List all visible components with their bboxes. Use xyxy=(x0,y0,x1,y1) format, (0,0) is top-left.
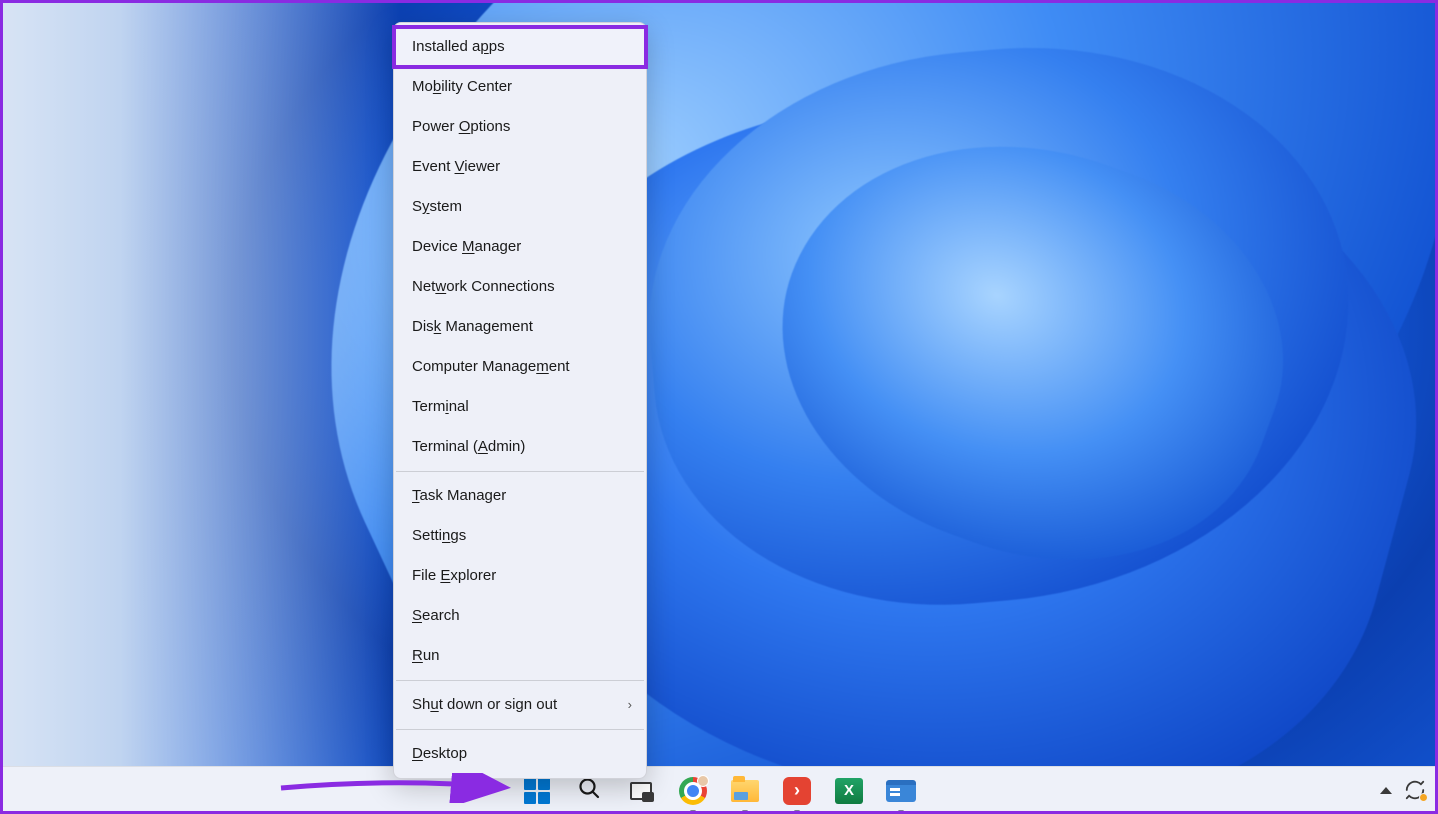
todoist-icon: › xyxy=(783,777,811,805)
menu-item-system[interactable]: System xyxy=(394,187,646,227)
menu-item-terminal-admin-[interactable]: Terminal (Admin) xyxy=(394,427,646,467)
menu-item-label: Network Connections xyxy=(412,276,555,298)
menu-item-shut-down-or-sign-out[interactable]: Shut down or sign out › xyxy=(394,685,646,725)
menu-separator xyxy=(396,680,644,681)
system-tray xyxy=(1380,766,1426,814)
menu-item-search[interactable]: Search xyxy=(394,596,646,636)
taskbar-excel-button[interactable]: X xyxy=(827,771,871,811)
start-icon xyxy=(524,778,550,804)
menu-item-label: Settings xyxy=(412,525,466,547)
menu-item-settings[interactable]: Settings xyxy=(394,516,646,556)
taskbar: ›X xyxy=(0,766,1438,814)
file-explorer-icon xyxy=(731,780,759,802)
menu-item-installed-apps[interactable]: Installed apps xyxy=(394,27,646,67)
menu-item-file-explorer[interactable]: File Explorer xyxy=(394,556,646,596)
menu-item-label: File Explorer xyxy=(412,565,496,587)
sync-icon[interactable] xyxy=(1404,779,1426,801)
taskbar-file-explorer-button[interactable] xyxy=(723,771,767,811)
menu-item-label: Run xyxy=(412,645,440,667)
taskbar-todoist-button[interactable]: › xyxy=(775,771,819,811)
menu-item-label: Desktop xyxy=(412,743,467,765)
menu-item-label: Computer Management xyxy=(412,356,570,378)
menu-item-task-manager[interactable]: Task Manager xyxy=(394,476,646,516)
search-icon xyxy=(577,776,601,805)
menu-item-disk-management[interactable]: Disk Management xyxy=(394,307,646,347)
menu-item-run[interactable]: Run xyxy=(394,636,646,676)
menu-item-power-options[interactable]: Power Options xyxy=(394,107,646,147)
chrome-icon xyxy=(679,777,707,805)
menu-item-label: Task Manager xyxy=(412,485,506,507)
excel-icon: X xyxy=(835,778,863,804)
menu-item-label: Terminal (Admin) xyxy=(412,436,525,458)
taskbar-run-window-button[interactable] xyxy=(879,771,923,811)
menu-item-label: Search xyxy=(412,605,460,627)
menu-item-device-manager[interactable]: Device Manager xyxy=(394,227,646,267)
menu-item-label: Power Options xyxy=(412,116,510,138)
menu-separator xyxy=(396,729,644,730)
menu-item-label: Mobility Center xyxy=(412,76,512,98)
run-window-icon xyxy=(886,780,916,802)
menu-item-network-connections[interactable]: Network Connections xyxy=(394,267,646,307)
menu-item-label: Device Manager xyxy=(412,236,521,258)
tray-overflow-icon[interactable] xyxy=(1380,787,1392,794)
menu-item-label: Event Viewer xyxy=(412,156,500,178)
menu-item-event-viewer[interactable]: Event Viewer xyxy=(394,147,646,187)
menu-item-label: Terminal xyxy=(412,396,469,418)
menu-item-mobility-center[interactable]: Mobility Center xyxy=(394,67,646,107)
menu-item-label: System xyxy=(412,196,462,218)
menu-separator xyxy=(396,471,644,472)
menu-item-terminal[interactable]: Terminal xyxy=(394,387,646,427)
desktop-wallpaper xyxy=(0,0,1438,814)
task-view-icon xyxy=(630,782,652,800)
menu-item-desktop[interactable]: Desktop xyxy=(394,734,646,774)
chevron-right-icon: › xyxy=(628,694,632,716)
menu-item-label: Installed apps xyxy=(412,36,505,58)
menu-item-label: Shut down or sign out xyxy=(412,694,557,716)
start-right-click-menu: Installed apps Mobility Center Power Optio… xyxy=(393,22,647,779)
menu-item-computer-management[interactable]: Computer Management xyxy=(394,347,646,387)
taskbar-chrome-button[interactable] xyxy=(671,771,715,811)
menu-item-label: Disk Management xyxy=(412,316,533,338)
